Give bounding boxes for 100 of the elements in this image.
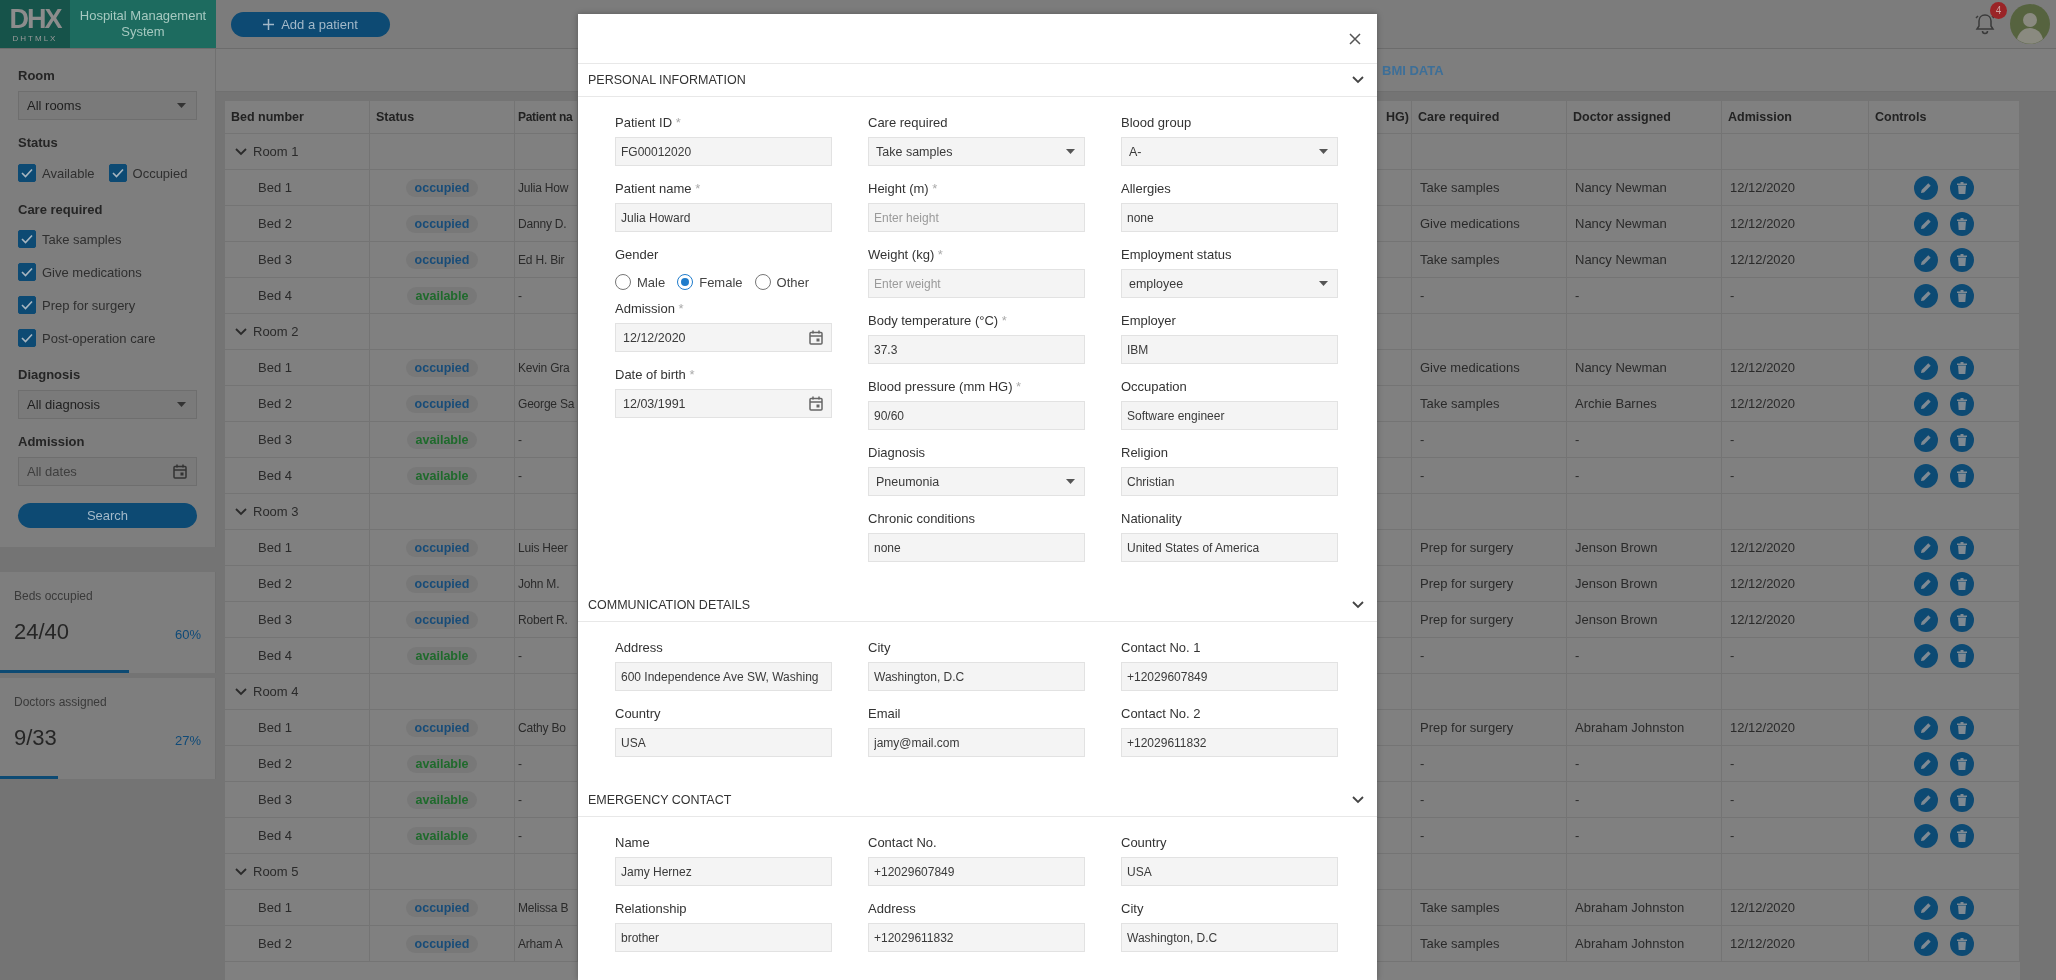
input-field[interactable]: 90/60 xyxy=(868,401,1085,430)
checkbox[interactable] xyxy=(18,230,36,248)
delete-button[interactable] xyxy=(1950,715,1974,740)
edit-button[interactable] xyxy=(1914,175,1938,200)
radio-label[interactable]: Male xyxy=(637,274,666,290)
pencil-icon xyxy=(1920,613,1932,626)
input-field[interactable]: brother xyxy=(615,923,832,952)
delete-button[interactable] xyxy=(1950,535,1974,560)
delete-button[interactable] xyxy=(1950,571,1974,596)
date-field[interactable]: 12/03/1991 xyxy=(615,389,832,418)
input-field[interactable]: IBM xyxy=(1121,335,1338,364)
edit-button[interactable] xyxy=(1914,787,1938,812)
chevron-icon[interactable] xyxy=(235,687,247,696)
table-cell: - xyxy=(1722,782,1869,817)
delete-button[interactable] xyxy=(1950,463,1974,488)
input-field[interactable]: FG00012020 xyxy=(615,137,832,166)
edit-button[interactable] xyxy=(1914,355,1938,380)
search-button[interactable]: Search xyxy=(18,503,197,528)
input-field[interactable]: 37.3 xyxy=(868,335,1085,364)
delete-button[interactable] xyxy=(1950,175,1974,200)
delete-button[interactable] xyxy=(1950,787,1974,812)
delete-button[interactable] xyxy=(1950,895,1974,920)
input-field[interactable]: USA xyxy=(1121,857,1338,886)
edit-button[interactable] xyxy=(1914,463,1938,488)
room-label[interactable]: Room 4 xyxy=(253,684,299,699)
checkbox[interactable] xyxy=(18,296,36,314)
close-button[interactable] xyxy=(1347,30,1363,47)
edit-button[interactable] xyxy=(1914,643,1938,668)
input-field[interactable]: jamy@mail.com xyxy=(868,728,1085,757)
edit-button[interactable] xyxy=(1914,895,1938,920)
edit-button[interactable] xyxy=(1914,823,1938,848)
delete-button[interactable] xyxy=(1950,643,1974,668)
radio-label[interactable]: Other xyxy=(776,274,810,290)
checkbox[interactable] xyxy=(18,164,36,182)
input-field[interactable]: USA xyxy=(615,728,832,757)
room-label[interactable]: Room 2 xyxy=(253,324,299,339)
edit-button[interactable] xyxy=(1914,931,1938,956)
edit-button[interactable] xyxy=(1914,211,1938,236)
select-field[interactable]: All rooms xyxy=(18,91,197,120)
input-field[interactable]: Washington, D.C xyxy=(868,662,1085,691)
edit-button[interactable] xyxy=(1914,607,1938,632)
input-field[interactable]: Enter weight xyxy=(868,269,1085,298)
add-patient-button[interactable]: Add a patient xyxy=(231,11,390,37)
chevron-icon[interactable] xyxy=(235,327,247,336)
chevron-icon[interactable] xyxy=(235,867,247,876)
select-field[interactable]: A- xyxy=(1121,137,1338,166)
select-field[interactable]: Take samples xyxy=(868,137,1085,166)
edit-button[interactable] xyxy=(1914,571,1938,596)
input-field[interactable]: Christian xyxy=(1121,467,1338,496)
date-field[interactable]: 12/12/2020 xyxy=(615,323,832,352)
delete-button[interactable] xyxy=(1950,247,1974,272)
input-field[interactable]: +12029607849 xyxy=(1121,662,1338,691)
select-field[interactable]: Pneumonia xyxy=(868,467,1085,496)
input-field[interactable]: United States of America xyxy=(1121,533,1338,562)
chevron-icon[interactable] xyxy=(235,147,247,156)
room-label[interactable]: Room 1 xyxy=(253,144,299,159)
select-field[interactable]: employee xyxy=(1121,269,1338,298)
chevron-icon[interactable] xyxy=(235,507,247,516)
delete-button[interactable] xyxy=(1950,607,1974,632)
input-field[interactable]: +12029607849 xyxy=(868,857,1085,886)
input-field[interactable]: 600 Independence Ave SW, Washing xyxy=(615,662,832,691)
edit-button[interactable] xyxy=(1914,391,1938,416)
edit-button[interactable] xyxy=(1914,427,1938,452)
table-cell: Abraham Johnston xyxy=(1567,926,1722,961)
input-field[interactable]: none xyxy=(868,533,1085,562)
checkbox[interactable] xyxy=(18,329,36,347)
input-field[interactable]: Software engineer xyxy=(1121,401,1338,430)
edit-button[interactable] xyxy=(1914,715,1938,740)
input-field[interactable]: Enter height xyxy=(868,203,1085,232)
collapse-button[interactable] xyxy=(1352,601,1364,609)
input-field[interactable]: Julia Howard xyxy=(615,203,832,232)
edit-button[interactable] xyxy=(1914,751,1938,776)
delete-button[interactable] xyxy=(1950,211,1974,236)
edit-button[interactable] xyxy=(1914,283,1938,308)
delete-button[interactable] xyxy=(1950,823,1974,848)
date-field[interactable]: All dates xyxy=(18,457,197,486)
radio-label[interactable]: Female xyxy=(699,274,743,290)
delete-button[interactable] xyxy=(1950,931,1974,956)
collapse-button[interactable] xyxy=(1352,796,1364,804)
edit-button[interactable] xyxy=(1914,535,1938,560)
delete-button[interactable] xyxy=(1950,751,1974,776)
input-field[interactable]: Jamy Hernez xyxy=(615,857,832,886)
input-field[interactable]: +12029611832 xyxy=(1121,728,1338,757)
input-field[interactable]: +12029611832 xyxy=(868,923,1085,952)
delete-button[interactable] xyxy=(1950,391,1974,416)
room-label[interactable]: Room 5 xyxy=(253,864,299,879)
collapse-button[interactable] xyxy=(1352,76,1364,84)
edit-button[interactable] xyxy=(1914,247,1938,272)
checkbox[interactable] xyxy=(108,164,127,182)
delete-button[interactable] xyxy=(1950,427,1974,452)
input-field[interactable]: Washington, D.C xyxy=(1121,923,1338,952)
input-field[interactable]: none xyxy=(1121,203,1338,232)
checkbox[interactable] xyxy=(18,263,36,281)
table-cell: 12/12/2020 xyxy=(1722,530,1869,565)
delete-button[interactable] xyxy=(1950,355,1974,380)
room-label[interactable]: Room 3 xyxy=(253,504,299,519)
pencil-icon xyxy=(1920,469,1932,482)
delete-button[interactable] xyxy=(1950,283,1974,308)
select-field[interactable]: All diagnosis xyxy=(18,390,197,419)
avatar[interactable] xyxy=(2010,4,2050,44)
